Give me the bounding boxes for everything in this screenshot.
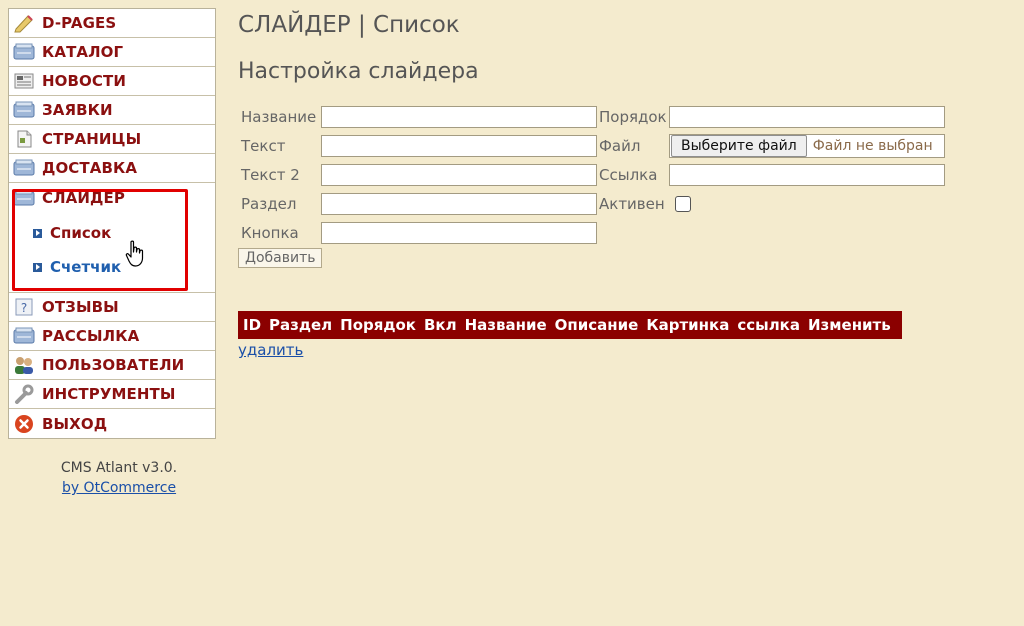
text2-input[interactable] (321, 164, 597, 186)
add-button[interactable]: Добавить (238, 248, 323, 268)
text-input[interactable] (321, 135, 597, 157)
delivery-icon (12, 157, 36, 179)
pencil-icon (12, 12, 36, 34)
col-order: Порядок (340, 316, 416, 334)
name-input[interactable] (321, 106, 597, 128)
choose-file-button[interactable]: Выберите файл (671, 135, 807, 157)
row-text: Текст (241, 135, 597, 157)
menu-label: D-PAGES (42, 14, 117, 32)
menu-item-news[interactable]: НОВОСТИ (9, 67, 215, 96)
menu-item-catalog[interactable]: КАТАЛОГ (9, 38, 215, 67)
users-icon (12, 354, 36, 376)
arrow-bullet-icon (33, 228, 42, 238)
menu-item-reviews[interactable]: ? ОТЗЫВЫ (9, 293, 215, 322)
menu-item-d-pages[interactable]: D-PAGES (9, 9, 215, 38)
submenu-item-counter[interactable]: Счетчик (9, 250, 215, 284)
menu-label: ИНСТРУМЕНТЫ (42, 385, 176, 403)
menu-label: СТРАНИЦЫ (42, 130, 142, 148)
row-text2: Текст 2 (241, 164, 597, 186)
col-enabled: Вкл (423, 316, 457, 334)
pages-icon (12, 128, 36, 150)
menu-item-pages[interactable]: СТРАНИЦЫ (9, 125, 215, 154)
table-header: ID Раздел Порядок Вкл Название Описание … (238, 311, 902, 339)
col-description: Описание (554, 316, 639, 334)
section-input[interactable] (321, 193, 597, 215)
slider-icon (12, 187, 36, 209)
svg-text:?: ? (21, 301, 27, 315)
menu-label: ОТЗЫВЫ (42, 298, 119, 316)
reviews-icon: ? (12, 296, 36, 318)
cms-version: CMS Atlant v3.0. (60, 460, 178, 476)
vendor-link[interactable]: by OtCommerce (62, 480, 176, 496)
col-section: Раздел (269, 316, 333, 334)
section-label: Раздел (241, 195, 297, 213)
menu-item-orders[interactable]: ЗАЯВКИ (9, 96, 215, 125)
menu-item-mailing[interactable]: РАССЫЛКА (9, 322, 215, 351)
col-image: Картинка (646, 316, 730, 334)
delete-link[interactable]: удалить (238, 341, 303, 359)
row-name: Название (241, 106, 597, 128)
menu-item-users[interactable]: ПОЛЬЗОВАТЕЛИ (9, 351, 215, 380)
name-label: Название (241, 108, 317, 126)
menu-item-tools[interactable]: ИНСТРУМЕНТЫ (9, 380, 215, 409)
menu-label: ПОЛЬЗОВАТЕЛИ (42, 356, 185, 374)
sidebar: D-PAGES КАТАЛОГ НОВОСТИ ЗАЯВКИ СТРАНИЦЫ (8, 8, 216, 439)
menu-label: КАТАЛОГ (42, 43, 124, 61)
submenu-label-list: Список (50, 224, 112, 242)
text2-label: Текст 2 (241, 166, 300, 184)
col-id: ID (243, 316, 262, 334)
file-label: Файл (599, 137, 641, 155)
hand-cursor-icon (124, 240, 148, 272)
menu-label: НОВОСТИ (42, 72, 126, 90)
orders-icon (12, 99, 36, 121)
menu-item-exit[interactable]: ВЫХОД (9, 409, 215, 438)
catalog-icon (12, 41, 36, 63)
order-label: Порядок (599, 108, 667, 126)
menu-label: СЛАЙДЕР (42, 188, 125, 207)
active-label: Активен (599, 195, 665, 213)
menu-item-delivery[interactable]: ДОСТАВКА (9, 154, 215, 183)
row-link: Ссылка (599, 164, 945, 186)
menu-item-slider[interactable]: СЛАЙДЕР (9, 183, 215, 212)
page-title: СЛАЙДЕР | Список (238, 12, 460, 38)
order-input[interactable] (669, 106, 945, 128)
button-text-label: Кнопка (241, 224, 299, 242)
menu-label: ВЫХОД (42, 414, 108, 433)
menu-label: ДОСТАВКА (42, 159, 138, 177)
submenu-item-list[interactable]: Список (9, 216, 215, 250)
col-edit: Изменить (807, 316, 891, 334)
mailing-icon (12, 325, 36, 347)
submenu-label-counter: Счетчик (50, 258, 122, 276)
col-name: Название (464, 316, 547, 334)
menu-label: ЗАЯВКИ (42, 101, 113, 119)
link-input[interactable] (669, 164, 945, 186)
button-text-input[interactable] (321, 222, 597, 244)
row-active: Активен (599, 195, 691, 213)
news-icon (12, 70, 36, 92)
col-link: ссылка (737, 316, 800, 334)
section-title: Настройка слайдера (238, 59, 479, 84)
text-label: Текст (241, 137, 286, 155)
arrow-bullet-icon (33, 262, 42, 272)
link-label: Ссылка (599, 166, 658, 184)
row-order: Порядок (599, 106, 945, 128)
slider-submenu: Список Счетчик (9, 212, 215, 292)
menu-group-slider: СЛАЙДЕР Список Счетчик (9, 183, 215, 293)
wrench-icon (12, 383, 36, 405)
row-button: Кнопка (241, 222, 597, 244)
row-section: Раздел (241, 193, 597, 215)
menu-label: РАССЫЛКА (42, 327, 140, 345)
footer: CMS Atlant v3.0. by OtCommerce (8, 458, 230, 498)
exit-icon (12, 413, 36, 435)
main-menu: D-PAGES КАТАЛОГ НОВОСТИ ЗАЯВКИ СТРАНИЦЫ (8, 8, 216, 439)
row-file: Файл Выберите файл Файл не выбран (599, 134, 945, 158)
file-input: Выберите файл Файл не выбран (669, 134, 945, 158)
file-status: Файл не выбран (812, 138, 933, 154)
active-checkbox[interactable] (675, 196, 691, 212)
